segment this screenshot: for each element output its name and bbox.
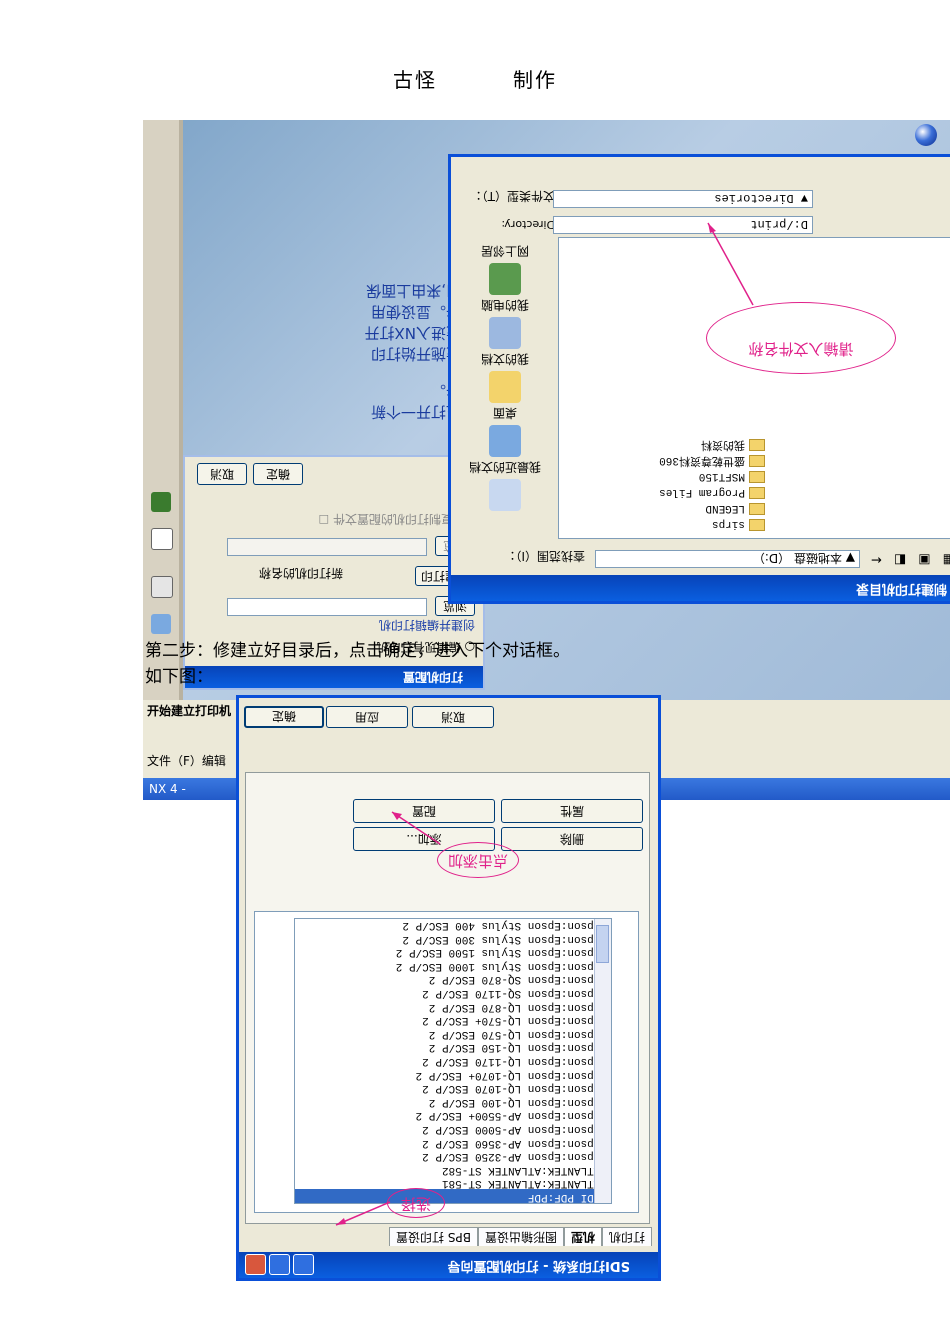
lookin-label: 查找范围（I）： — [503, 549, 585, 563]
folder-item[interactable]: LEGEND — [565, 500, 765, 516]
step-instruction: 第二步：修建立好目录后，点击确定，进入下个对话框。 — [145, 641, 570, 661]
dialog-titlebar: 制建打印机目录 — [451, 575, 950, 601]
file-type-select[interactable]: ▼ Directories — [553, 190, 813, 208]
directory-label: Directory: — [501, 218, 555, 231]
recent-docs-icon — [489, 479, 521, 511]
scrollbar-thumb[interactable] — [596, 925, 609, 963]
callout-select-text: 选择 — [401, 1195, 432, 1213]
wizard-titlebar: SDI打印系统 - 打印机配置向导 — [239, 1252, 658, 1278]
folder-item[interactable]: sirps — [565, 516, 765, 532]
maximize-icon[interactable] — [269, 1254, 290, 1275]
taskbar-item[interactable]: NX 4 - — [149, 782, 186, 796]
close-icon[interactable] — [245, 1254, 266, 1275]
computer-icon — [489, 317, 521, 349]
folder-item[interactable]: 我的资料 — [565, 436, 765, 452]
list-scrollbar[interactable] — [594, 919, 611, 1203]
bg-line: 口,来由上面保 — [366, 282, 461, 300]
callout-select: 选择 — [387, 1188, 445, 1218]
lookin-toolbar-icons[interactable]: ▦ ▣ ◧ ← — [867, 552, 950, 567]
doc-icon[interactable] — [151, 576, 173, 598]
author-right: 制作 — [513, 68, 557, 92]
bg-line: 并。 — [430, 382, 461, 400]
author-left: 古怪 — [393, 68, 437, 92]
window-title: 开始建立打印机 — [147, 704, 232, 718]
setup-titlebar: 打印机配置 — [185, 666, 483, 688]
create-printer-label: 创建并编辑打印机 — [378, 618, 475, 632]
place-computer[interactable]: 我的电脑 — [455, 295, 555, 349]
tab-model[interactable]: 机型 — [563, 1227, 602, 1246]
ok-button[interactable]: 确定 — [253, 463, 303, 485]
folder-item[interactable]: MSFT150 — [565, 468, 765, 484]
cancel-button[interactable]: 取消 — [412, 706, 494, 728]
folder-item[interactable]: 盛世乾尊资料360 — [565, 452, 765, 468]
dialog-title: 制建打印机目录 — [855, 581, 947, 596]
author-line: 古怪 制作 — [0, 64, 950, 93]
places-bar: 我最近的文档 桌面 我的文档 我的电脑 网上邻居 — [455, 241, 555, 511]
menu-bar[interactable]: 文件（F）编辑 — [147, 752, 226, 769]
background-text-block: 显打开一个新 并。 设施开始打印 设进入NX打开 并。显设使用 口,来由上面保 — [351, 280, 462, 422]
documents-icon — [489, 371, 521, 403]
windows-globe-icon — [915, 124, 937, 146]
folder-item[interactable]: Program Files — [565, 484, 765, 500]
place-desktop[interactable]: 桌面 — [455, 403, 555, 457]
callout-click-add: 点击添加 — [437, 842, 519, 878]
bg-line: 设进入NX打开 — [364, 324, 462, 342]
wizard-icon[interactable] — [151, 614, 171, 634]
minimize-icon[interactable] — [293, 1254, 314, 1275]
clock-icon[interactable] — [151, 528, 173, 550]
place-recent[interactable]: 我最近的文档 — [455, 457, 555, 511]
printer-path-field[interactable] — [227, 598, 427, 616]
bg-line: 显打开一个新 — [370, 403, 461, 421]
file-type-value: Directories — [714, 191, 794, 205]
lookin-select[interactable]: ▼ 本地磁盘 （D:） — [595, 550, 860, 568]
delete-button[interactable]: 删除 — [501, 827, 643, 851]
folder-list: sirps LEGEND Program Files MSFT150 盛世乾尊资… — [565, 436, 765, 532]
lookin-value: 本地磁盘 （D:） — [752, 551, 842, 565]
left-sidebar — [143, 120, 180, 700]
cancel-button[interactable]: 取消 — [197, 463, 247, 485]
tab-printer[interactable]: 打印机 — [601, 1227, 652, 1246]
callout-add-text: 点击添加 — [448, 852, 509, 870]
file-type-label: 文件类型（T）： — [469, 189, 555, 203]
place-network[interactable]: 网上邻居 — [455, 241, 555, 295]
copy-config-label: 复制打印机的配置文件 — [332, 512, 453, 526]
setup-title: 打印机配置 — [402, 670, 463, 684]
config-path-field[interactable] — [227, 538, 427, 556]
bg-line: 并。显设使用 — [370, 303, 461, 321]
copy-config-checkbox[interactable]: 复制打印机的配置文件 ☐ — [318, 511, 453, 528]
place-documents[interactable]: 我的文档 — [455, 349, 555, 403]
bg-line: 设施开始打印 — [370, 345, 461, 363]
desktop-icon — [489, 425, 521, 457]
ok-button[interactable]: 确定 — [244, 706, 324, 728]
network-icon — [489, 263, 521, 295]
tool-icon[interactable] — [151, 492, 171, 512]
properties-button[interactable]: 属性 — [501, 799, 643, 823]
apply-button[interactable]: 应用 — [326, 706, 408, 728]
callout-text: 请输入文件名称 — [748, 340, 854, 358]
callout-enter-filename: 请输入文件名称 — [706, 302, 896, 374]
printer-name-label: 新打印机的名称 — [258, 566, 343, 580]
wizard-title: SDI打印系统 - 打印机配置向导 — [447, 1258, 630, 1273]
see-below-text: 如下图： — [145, 667, 213, 687]
